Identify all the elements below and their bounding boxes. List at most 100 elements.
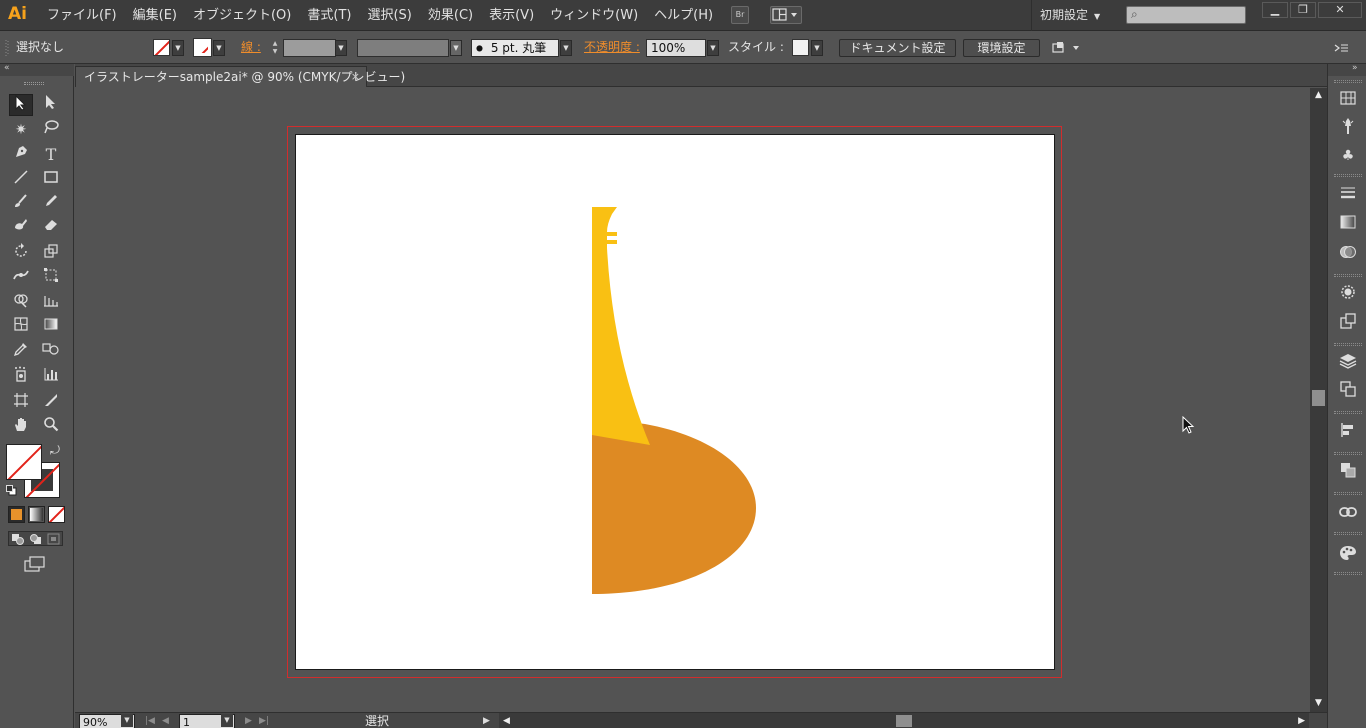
first-artboard-icon[interactable]: |◀ — [145, 713, 155, 728]
fill-swatch[interactable] — [153, 39, 170, 56]
panel-grip-icon[interactable] — [4, 40, 10, 56]
symbol-sprayer-tool-icon[interactable] — [9, 366, 33, 388]
vertical-scroll-thumb[interactable] — [1312, 390, 1325, 406]
type-tool-icon[interactable]: T — [39, 144, 63, 166]
dock-grip[interactable] — [1334, 274, 1362, 277]
close-window-button[interactable]: ✕ — [1318, 2, 1362, 18]
menu-object[interactable]: オブジェクト(O) — [185, 0, 299, 31]
color-icon[interactable] — [1336, 545, 1360, 567]
draw-inside-icon[interactable] — [47, 533, 61, 545]
scroll-down-icon[interactable]: ▼ — [1310, 696, 1327, 710]
eyedropper-tool-icon[interactable] — [9, 341, 33, 363]
fill-color-box-front[interactable] — [6, 444, 42, 480]
isolation-mode-icon[interactable] — [1052, 41, 1084, 55]
free-transform-tool-icon[interactable] — [39, 267, 63, 289]
next-artboard-icon[interactable]: ▶ — [245, 713, 252, 728]
menu-effect[interactable]: 効果(C) — [420, 0, 481, 31]
close-tab-icon[interactable]: × — [351, 67, 360, 87]
graphic-styles-icon[interactable] — [1336, 313, 1360, 335]
layers-icon[interactable] — [1336, 353, 1360, 375]
perspective-grid-tool-icon[interactable] — [39, 292, 63, 314]
pencil-tool-icon[interactable] — [39, 193, 63, 215]
menu-view[interactable]: 表示(V) — [481, 0, 542, 31]
variable-width-profile[interactable] — [357, 39, 449, 57]
symbols-icon[interactable]: ♣ — [1336, 145, 1360, 167]
rotate-tool-icon[interactable] — [9, 243, 33, 265]
hand-tool-icon[interactable] — [9, 416, 33, 438]
line-segment-tool-icon[interactable] — [9, 169, 33, 191]
tools-panel-header[interactable]: « — [0, 63, 74, 76]
graphic-style-swatch[interactable] — [792, 39, 809, 56]
zoom-dropdown[interactable]: ▼ — [121, 714, 133, 727]
transparency-icon[interactable] — [1336, 244, 1360, 266]
dock-grip[interactable] — [1334, 80, 1362, 83]
scroll-up-icon[interactable]: ▲ — [1310, 88, 1327, 102]
default-fill-stroke-icon[interactable] — [6, 485, 17, 496]
dock-grip[interactable] — [1334, 343, 1362, 346]
vertical-scrollbar[interactable]: ▲ ▼ — [1310, 88, 1327, 712]
document-setup-button[interactable]: ドキュメント設定 — [839, 39, 956, 57]
stroke-weight-field[interactable] — [283, 39, 336, 57]
last-artboard-icon[interactable]: ▶| — [259, 713, 269, 728]
restore-button[interactable]: ❐ — [1290, 2, 1316, 18]
opacity-field[interactable]: 100% — [646, 39, 706, 57]
swap-fill-stroke-icon[interactable]: ⤾ — [50, 443, 60, 458]
shape-builder-tool-icon[interactable] — [9, 292, 33, 314]
draw-normal-icon[interactable] — [11, 533, 25, 545]
blend-tool-icon[interactable] — [39, 341, 63, 363]
dock-grip[interactable] — [1334, 492, 1362, 495]
menu-type[interactable]: 書式(T) — [299, 0, 359, 31]
paintbrush-tool-icon[interactable] — [9, 193, 33, 215]
collapse-panel-icon[interactable]: « — [4, 63, 10, 73]
tools-grip-icon[interactable] — [24, 82, 44, 85]
blob-brush-tool-icon[interactable] — [9, 216, 33, 238]
lasso-tool-icon[interactable] — [39, 119, 63, 141]
dock-header[interactable]: » — [1328, 63, 1366, 76]
stroke-dropdown[interactable]: ▼ — [213, 40, 225, 56]
none-mode-button[interactable] — [48, 506, 65, 523]
previous-artboard-icon[interactable]: ◀ — [162, 713, 169, 728]
stroke-icon[interactable] — [1336, 185, 1360, 207]
scale-tool-icon[interactable] — [39, 243, 63, 265]
artboard[interactable] — [295, 134, 1055, 670]
stroke-swatch[interactable] — [193, 38, 212, 57]
bridge-button[interactable]: Br — [731, 6, 749, 24]
stroke-weight-dropdown[interactable]: ▼ — [335, 40, 347, 56]
fill-dropdown[interactable]: ▼ — [172, 40, 184, 56]
draw-behind-icon[interactable] — [29, 533, 43, 545]
menu-edit[interactable]: 編集(E) — [125, 0, 185, 31]
graphic-style-dropdown[interactable]: ▼ — [811, 40, 823, 56]
opacity-label[interactable]: 不透明度 : — [584, 31, 640, 64]
variable-width-dropdown[interactable]: ▼ — [450, 40, 462, 56]
pen-tool-icon[interactable] — [9, 144, 33, 166]
eraser-tool-icon[interactable] — [39, 216, 63, 238]
gradient-mode-button[interactable] — [28, 506, 45, 523]
pathfinder-icon[interactable] — [1336, 462, 1360, 484]
menu-file[interactable]: ファイル(F) — [39, 0, 125, 31]
dock-grip[interactable] — [1334, 411, 1362, 414]
preferences-button[interactable]: 環境設定 — [963, 39, 1040, 57]
dock-grip[interactable] — [1334, 174, 1362, 177]
scroll-right-icon[interactable]: ▶ — [1298, 713, 1305, 728]
dock-grip[interactable] — [1334, 452, 1362, 455]
artboard-number-dropdown[interactable]: ▼ — [221, 714, 233, 727]
stroke-weight-stepper[interactable]: ▲ ▼ — [269, 40, 281, 56]
gradient-icon[interactable] — [1336, 214, 1360, 236]
search-input[interactable]: ⌕ — [1126, 6, 1246, 24]
mesh-tool-icon[interactable] — [9, 316, 33, 338]
menu-window[interactable]: ウィンドウ(W) — [542, 0, 646, 31]
dock-grip[interactable] — [1334, 532, 1362, 535]
brush-definition-field[interactable]: ● 5 pt. 丸筆 — [471, 39, 559, 57]
align-icon[interactable] — [1336, 422, 1360, 444]
scroll-left-icon[interactable]: ◀ — [503, 713, 510, 728]
control-panel-menu-icon[interactable] — [1334, 42, 1350, 54]
appearance-icon[interactable] — [1336, 284, 1360, 306]
artboard-tool-icon[interactable] — [9, 392, 33, 414]
direct-selection-tool-icon[interactable] — [39, 94, 63, 116]
minimize-button[interactable]: ▁ — [1262, 2, 1288, 18]
opacity-dropdown[interactable]: ▼ — [707, 40, 719, 56]
horizontal-scrollbar[interactable]: ◀ ▶ — [499, 713, 1309, 728]
brush-dropdown[interactable]: ▼ — [560, 40, 572, 56]
document-tab[interactable]: イラストレーターsample2ai* @ 90% (CMYK/プレビュー) × — [75, 66, 405, 87]
expand-panels-icon[interactable]: » — [1352, 63, 1358, 73]
